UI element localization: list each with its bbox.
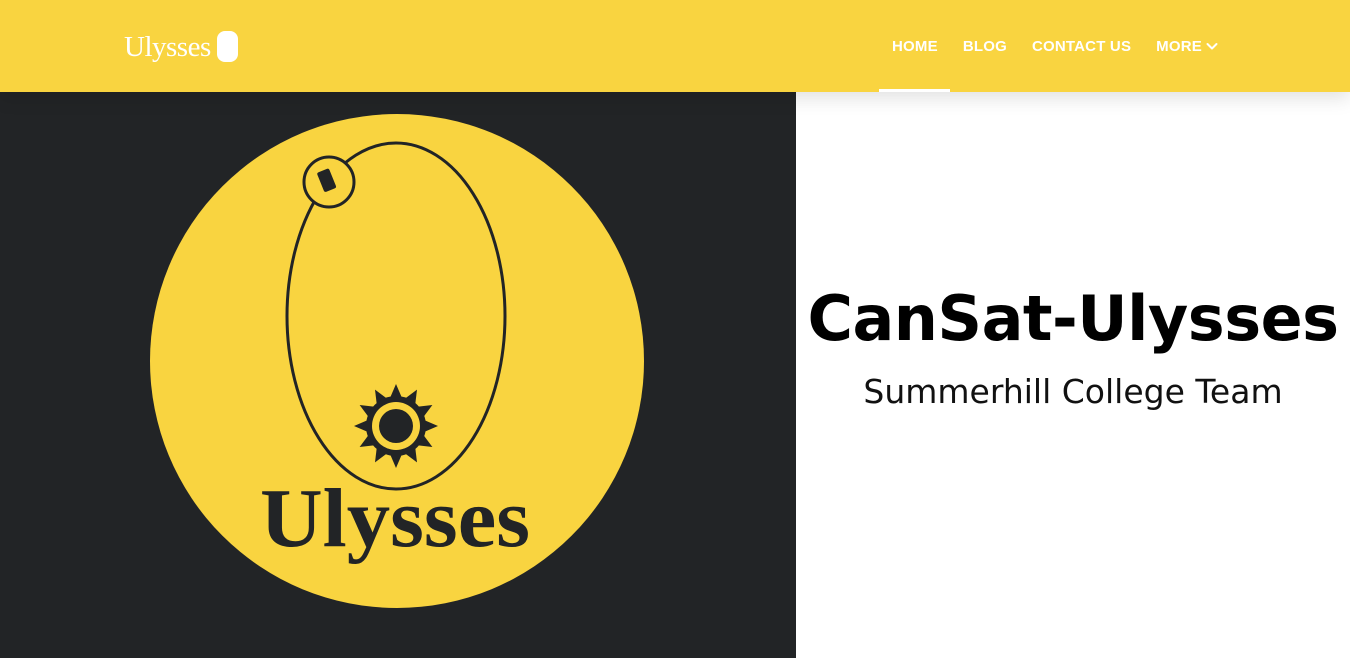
logo-wordmark: Ulysses <box>260 472 530 565</box>
nav-blog-link[interactable]: BLOG <box>950 0 1019 92</box>
hero-logo-panel: Ulysses <box>0 92 796 658</box>
nav-more-label: MORE <box>1156 37 1202 55</box>
main-nav: HOME BLOG CONTACT US MORE <box>879 0 1230 92</box>
hero-text-panel: CanSat-Ulysses Summerhill College Team <box>796 92 1350 658</box>
nav-blog-label: BLOG <box>962 37 1007 55</box>
capsule-icon <box>216 30 238 62</box>
chevron-down-icon <box>1206 38 1218 55</box>
nav-contact-label: CONTACT US <box>1031 37 1132 55</box>
hero-subtitle: Summerhill College Team <box>863 372 1283 411</box>
brand-name: Ulysses <box>124 30 211 63</box>
satellite-icon <box>302 155 356 209</box>
brand-logo-link[interactable]: Ulysses <box>124 27 238 67</box>
top-navbar: Ulysses HOME BLOG CONTACT US MORE <box>0 0 1350 92</box>
nav-more-dropdown[interactable]: MORE <box>1143 0 1230 92</box>
hero-title: CanSat-Ulysses <box>807 282 1339 355</box>
ulysses-logo: Ulysses <box>150 114 644 608</box>
nav-contact-link[interactable]: CONTACT US <box>1019 0 1143 92</box>
nav-home-label: HOME <box>892 37 938 55</box>
nav-home-link[interactable]: HOME <box>879 0 950 92</box>
